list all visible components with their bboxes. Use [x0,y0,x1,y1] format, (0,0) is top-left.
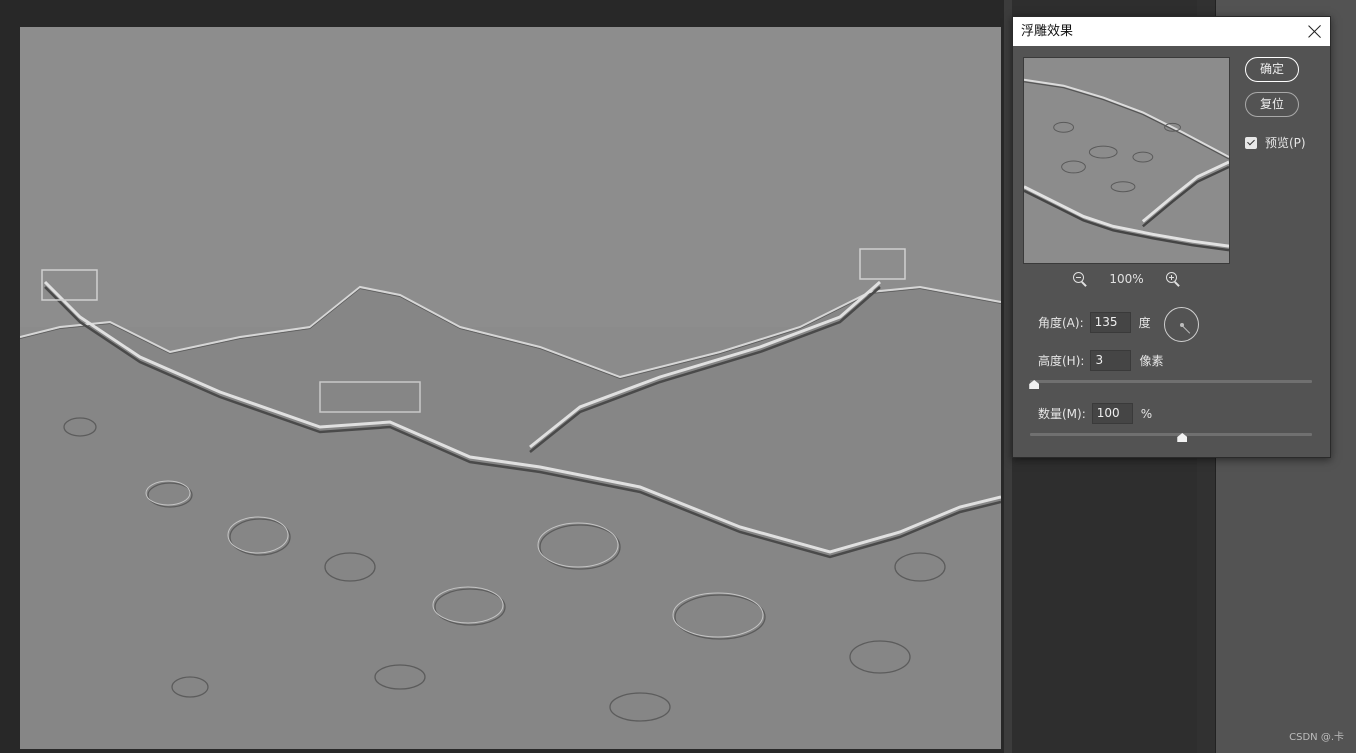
height-row: 高度(H): 3 像素 [1038,350,1163,371]
height-input[interactable]: 3 [1090,350,1132,371]
height-label: 高度(H): [1038,354,1085,368]
embossed-landscape-icon [20,27,1001,749]
amount-input[interactable]: 100 [1091,403,1133,424]
zoom-in-icon[interactable] [1165,272,1180,287]
amount-unit: % [1140,406,1153,421]
watermark: CSDN @.卡 [1289,732,1344,743]
zoom-out-icon[interactable] [1073,272,1088,287]
amount-label: 数量(M): [1038,407,1086,421]
angle-input[interactable]: 135 [1089,312,1131,333]
ok-button[interactable]: 确定 [1245,57,1299,82]
reset-button[interactable]: 复位 [1245,92,1299,117]
emboss-dialog: 浮雕效果 100% 确定 复位 预览(P) 角度(A): 135 度 高度(H)… [1012,16,1331,458]
zoom-level: 100% [1109,272,1144,286]
angle-dial-icon[interactable] [1164,307,1199,342]
angle-unit: 度 [1138,316,1151,330]
dialog-title: 浮雕效果 [1021,24,1074,39]
height-slider[interactable] [1030,377,1312,391]
amount-slider[interactable] [1030,430,1312,444]
height-unit: 像素 [1139,354,1164,368]
document-image-great-wall-emboss[interactable] [20,27,1001,749]
preview-checkbox[interactable]: 预览(P) [1245,134,1306,151]
angle-label: 角度(A): [1038,316,1084,330]
checkbox-checked-icon[interactable] [1245,136,1257,149]
preview-image-icon [1024,58,1229,263]
amount-row: 数量(M): 100 % [1038,403,1152,424]
close-icon[interactable] [1305,22,1324,41]
angle-row: 角度(A): 135 度 [1038,312,1151,333]
filter-preview[interactable] [1023,57,1230,264]
zoom-controls: 100% [1023,269,1230,289]
canvas-area [0,0,1004,753]
preview-label: 预览(P) [1265,136,1306,150]
dialog-titlebar[interactable]: 浮雕效果 [1013,17,1330,46]
